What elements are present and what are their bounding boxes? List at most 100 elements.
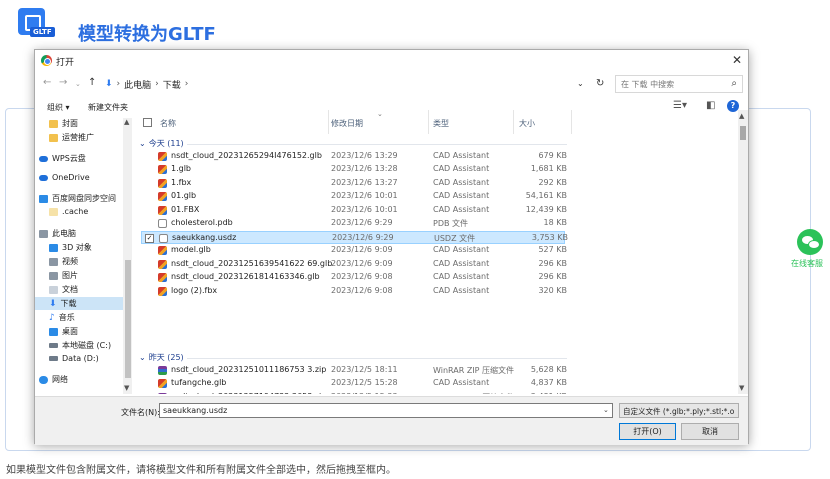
cad-file-icon [158,178,167,188]
music-icon: ♪ [49,312,55,323]
filetype-select[interactable]: 自定义文件 (*.glb;*.ply;*.stl;*.o [619,403,739,418]
file-size: 54,161 KB [525,191,567,201]
document-icon [159,233,168,243]
file-size: 5,628 KB [530,365,567,374]
list-scroll-down-icon[interactable]: ▼ [739,384,744,392]
nav-item[interactable]: 运营推广 [49,132,94,143]
file-size: 3,753 KB [531,232,568,242]
documents-icon [49,285,58,294]
list-scroll-up-icon[interactable]: ▲ [739,112,744,120]
forward-arrow-icon[interactable]: → [59,77,67,88]
file-name: logo (2).fbx [171,285,218,295]
file-row[interactable]: tufangche.glb 2023/12/5 15:28 CAD Assistan… [141,377,567,390]
file-size: 18 KB [543,218,567,228]
file-row[interactable]: logo (2).fbx 2023/12/6 9:08 CAD Assistant 3… [141,285,567,298]
computer-icon [39,229,48,238]
file-row[interactable]: nsdt_cloud_20231251011186753 3.zip 2023/1… [141,364,567,377]
file-list-scrollbar-thumb[interactable] [740,126,746,140]
group-header-today[interactable]: ⌄ 今天 (11) [139,138,184,149]
filename-input[interactable]: saeukkang.usdz [159,403,613,418]
address-bar[interactable]: ⬇ › 此电脑 › 下载 › [99,75,603,93]
wechat-icon[interactable] [797,229,823,255]
column-divider[interactable] [513,110,514,134]
row-checkbox[interactable]: ✓ [145,233,154,243]
file-row[interactable]: 01.FBX 2023/12/6 10:01 CAD Assistant 12,439… [141,204,567,217]
organize-menu[interactable]: 组织 ▾ [47,102,70,113]
file-row[interactable]: 1.fbx 2023/12/6 13:27 CAD Assistant 292 KB [141,177,567,190]
new-folder-button[interactable]: 新建文件夹 [88,102,128,113]
drop-hint: 如果模型文件包含附属文件，请将模型文件和所有附属文件全部选中，然后拖拽至框内。 [6,465,396,476]
nav-scroll-up-icon[interactable]: ▲ [124,118,129,126]
column-date[interactable]: 修改日期 [331,118,363,129]
column-divider[interactable] [571,110,572,134]
search-input[interactable]: 在 下载 中搜索 ⌕ [615,75,743,93]
file-row[interactable]: nsdt_cloud_20231261814163346.glb 2023/12/… [141,271,567,284]
nav-item[interactable]: 3D 对象 [49,242,92,253]
nav-item[interactable]: ♪ 音乐 [49,312,75,323]
nav-item[interactable]: OneDrive [39,173,90,182]
nav-item[interactable]: .cache [49,207,88,216]
file-name: model.glb [171,245,211,255]
file-date: 2023/12/6 9:29 [331,218,393,228]
file-row-selected[interactable]: ✓ saeukkang.usdz 2023/12/6 9:29 USDZ 文件 3,75… [141,230,568,244]
file-row[interactable]: nsdt_cloud_20231251639541622 69.glb 2023/… [141,258,567,271]
nav-item[interactable]: Data (D:) [49,354,99,363]
breadcrumb-downloads[interactable]: 下载 [163,78,181,91]
file-row[interactable]: 01.glb 2023/12/6 10:01 CAD Assistant 54,161… [141,190,567,203]
file-name: 1.fbx [171,177,192,187]
search-icon[interactable]: ⌕ [731,78,737,89]
column-size[interactable]: 大小 [519,118,535,129]
nav-item[interactable]: 视频 [49,256,78,267]
breadcrumb-this-pc[interactable]: 此电脑 [124,78,151,91]
file-row[interactable]: nsdt_cloud_20231265294I476152.glb 2023/12… [141,150,567,163]
file-row[interactable]: cholesterol.pdb 2023/12/6 9:29 PDB 文件 18 KB [141,217,567,230]
file-list-scrollbar[interactable] [738,110,748,394]
filename-dropdown-icon[interactable]: ⌄ [603,406,609,414]
group-header-yesterday[interactable]: ⌄ 昨天 (25) [139,352,184,363]
select-all-checkbox[interactable] [143,118,152,127]
site-logo: GLTF [16,8,66,40]
file-type: CAD Assistant [433,378,490,388]
nav-item[interactable]: 桌面 [49,326,78,337]
file-date: 2023/12/6 13:29 [331,151,398,160]
open-button[interactable]: 打开(O) [619,423,676,440]
nav-item[interactable]: 百度网盘同步空间 [39,193,116,204]
close-icon[interactable]: ✕ [732,53,742,67]
file-row[interactable]: nsdt_cloud_20231257194722 3653.zip 2023/1… [141,391,567,394]
wps-cloud-icon [39,155,48,162]
column-type[interactable]: 类型 [433,118,449,129]
file-name: 1.glb [171,164,192,174]
nav-item[interactable]: 文档 [49,284,78,295]
nav-item[interactable]: 本地磁盘 (C:) [49,340,111,351]
file-name: 01.FBX [171,204,200,214]
file-date: 2023/12/6 10:01 [331,204,398,214]
up-arrow-icon[interactable]: ↑ [88,77,96,88]
column-name[interactable]: 名称 [160,118,176,129]
recent-chevron-icon[interactable]: ⌄ [75,80,81,88]
file-row[interactable]: model.glb 2023/12/6 9:09 CAD Assistant 527 … [141,244,567,257]
file-name: tufangche.glb [171,378,227,388]
file-size: 296 KB [538,258,567,268]
file-type: CAD Assistant [433,204,490,214]
nav-scrollbar-thumb[interactable] [125,260,131,378]
nav-item[interactable]: 此电脑 [39,228,76,239]
nav-item[interactable]: 图片 [49,270,78,281]
nav-item[interactable]: 封面 [49,118,78,129]
file-date: 2023/12/5 15:28 [331,378,398,388]
file-date: 2023/12/6 10:01 [331,191,398,201]
dialog-titlebar: 打开 ✕ [35,50,748,72]
file-type: PDB 文件 [433,219,469,229]
address-dropdown-icon[interactable]: ⌄ [577,79,584,88]
cancel-button[interactable]: 取消 [681,423,739,440]
nav-item[interactable]: WPS云盘 [39,153,86,164]
online-service-label[interactable]: 在线客服 [791,258,823,269]
column-divider[interactable] [328,110,329,134]
file-row[interactable]: 1.glb 2023/12/6 13:28 CAD Assistant 1,681 K… [141,163,567,176]
column-divider[interactable] [428,110,429,134]
refresh-icon[interactable]: ↻ [596,78,604,89]
nav-item-downloads[interactable]: ⬇ 下载 [35,297,132,310]
nav-scroll-down-icon[interactable]: ▼ [124,384,129,392]
back-arrow-icon[interactable]: ← [43,77,51,88]
file-date: 2023/12/6 9:29 [332,232,394,242]
nav-item[interactable]: 网络 [39,374,68,385]
